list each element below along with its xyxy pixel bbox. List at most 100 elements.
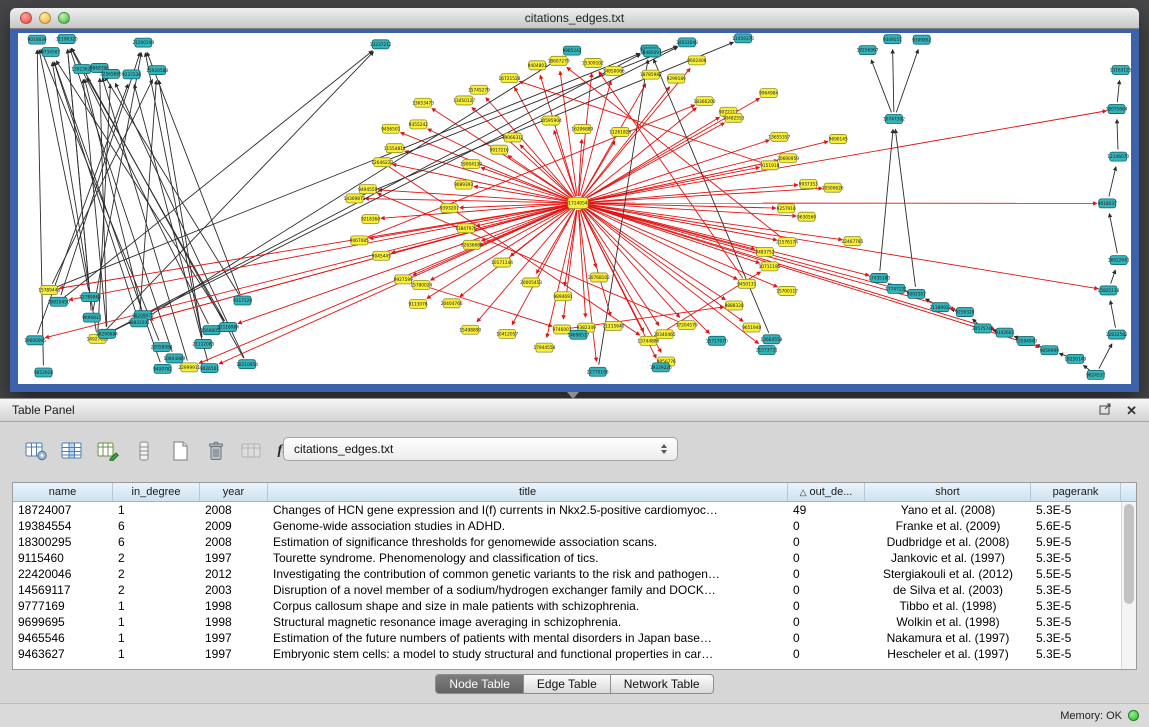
graph-node[interactable]: 9888328	[725, 301, 744, 310]
graph-node[interactable]: 9045445	[372, 251, 391, 260]
graph-node[interactable]: 9218360	[361, 215, 380, 224]
graph-node[interactable]: 13237212	[370, 40, 392, 49]
table-row[interactable]: 911546021997Tourette syndrome. Phenomeno…	[13, 550, 1121, 566]
scrollbar-thumb[interactable]	[1124, 504, 1134, 604]
graph-node[interactable]: 22999911	[178, 363, 200, 372]
graph-node[interactable]: 21189922	[929, 303, 951, 312]
table-row[interactable]: 946362711997Embryonic stem cells: a mode…	[13, 646, 1121, 662]
graph-node[interactable]: 9089393	[454, 180, 473, 189]
new-table-button[interactable]	[166, 438, 194, 464]
graph-node[interactable]: 22058984	[151, 343, 173, 352]
table-row[interactable]: 1456911722003Disruption of a novel membe…	[13, 582, 1121, 598]
graph-node[interactable]: 9393207	[440, 204, 459, 213]
graph-node[interactable]: 22770168	[587, 367, 609, 376]
graph-node[interactable]: 11554814	[384, 144, 406, 153]
graph-node[interactable]: 9052928	[34, 368, 53, 377]
graph-node[interactable]: 13655357	[768, 132, 790, 141]
tab-edge-table[interactable]: Edge Table	[524, 674, 611, 694]
graph-node[interactable]: 9404803	[528, 61, 547, 70]
table-row[interactable]: 977716911998Corpus callosum shape and si…	[13, 598, 1121, 614]
graph-node[interactable]: 22636686	[461, 240, 483, 249]
table-selector-dropdown[interactable]: citations_edges.txt	[283, 437, 678, 461]
graph-node[interactable]: 13653473	[412, 98, 434, 107]
graph-node[interactable]: 17204579	[676, 321, 698, 330]
float-panel-icon[interactable]	[1099, 403, 1112, 418]
graph-node[interactable]: 16721528	[499, 74, 521, 83]
graph-node[interactable]: 9010839	[27, 35, 46, 44]
graph-node[interactable]: 9824537	[1086, 370, 1105, 379]
row-selector-button[interactable]	[130, 438, 158, 464]
graph-node[interactable]: 12146070	[1107, 152, 1129, 161]
graph-node[interactable]: 9059999	[1040, 346, 1059, 355]
graph-node[interactable]: 18075664	[1106, 105, 1128, 114]
graph-node[interactable]: 9342603	[995, 328, 1014, 337]
graph-node[interactable]: 21573731	[756, 346, 778, 355]
graph-node[interactable]: 9067085	[350, 236, 369, 245]
graph-node[interactable]: 20690959	[777, 154, 799, 163]
graph-node[interactable]: 9299189	[667, 74, 686, 83]
graph-node[interactable]: 11459376	[732, 34, 754, 43]
graph-node[interactable]: 19066312	[502, 133, 524, 142]
graph-node[interactable]: 18250149	[1064, 354, 1086, 363]
graph-node[interactable]: 9257916	[777, 204, 796, 213]
graph-node[interactable]: 9355242	[409, 120, 428, 129]
graph-node[interactable]: 14633048	[676, 38, 698, 47]
column-header-title[interactable]: title	[268, 483, 788, 501]
graph-node[interactable]: 11190320	[56, 35, 78, 44]
graph-node[interactable]: 9690145	[829, 134, 848, 143]
graph-node[interactable]: 15498890	[459, 325, 481, 334]
graph-node[interactable]: 9317120	[233, 296, 252, 305]
delete-table-button[interactable]	[202, 438, 230, 464]
graph-node[interactable]: 10482553	[723, 113, 745, 122]
column-header-name[interactable]: name	[13, 483, 113, 501]
graph-node[interactable]: 14696517	[567, 330, 589, 339]
table-row[interactable]: 969969511998Structural magnetic resonanc…	[13, 614, 1121, 630]
graph-node[interactable]: 17747221	[885, 284, 907, 293]
graph-node[interactable]: 20768102	[588, 273, 610, 282]
column-header-pagerank[interactable]: pagerank	[1031, 483, 1121, 501]
graph-node[interactable]: 13664558	[761, 335, 783, 344]
graph-node[interactable]: 21576174	[776, 237, 798, 246]
table-row[interactable]: 2242004622012Investigating the contribut…	[13, 566, 1121, 582]
graph-node[interactable]: 18607279	[548, 56, 570, 65]
close-panel-icon[interactable]: ✕	[1126, 404, 1137, 417]
graph-hub-node[interactable]: 1724054	[568, 198, 588, 209]
graph-node[interactable]: 9450131	[737, 279, 756, 288]
graph-node[interactable]: 9602406	[687, 56, 706, 65]
tab-network-table[interactable]: Network Table	[611, 674, 714, 694]
graph-node[interactable]: 21200199	[132, 38, 154, 47]
graph-node[interactable]: 15309102	[582, 58, 604, 67]
table-row[interactable]: 1938455462009Genome-wide association stu…	[13, 518, 1121, 534]
graph-node[interactable]: 18290684	[96, 329, 118, 338]
graph-node[interactable]: 9927599	[394, 275, 413, 284]
close-window-button[interactable]	[20, 12, 32, 24]
graph-node[interactable]: 18831931	[128, 318, 150, 327]
graph-node[interactable]: 10171144	[491, 258, 513, 267]
graph-node[interactable]: 13744886	[637, 336, 659, 345]
graph-node[interactable]: 19004130	[460, 159, 482, 168]
graph-node[interactable]: 9499782	[153, 364, 172, 373]
graph-node[interactable]: 16206889	[571, 125, 593, 134]
graph-node[interactable]: 19600005	[24, 336, 46, 345]
graph-node[interactable]: 13847976	[455, 224, 477, 233]
graph-node[interactable]: 9151918	[760, 161, 779, 170]
graph-node[interactable]: 9456501	[381, 124, 400, 133]
graph-node[interactable]: 10747302	[883, 115, 905, 124]
graph-node[interactable]: 9092507	[907, 289, 926, 298]
graph-node[interactable]: 11261828	[609, 127, 631, 136]
graph-node[interactable]: 15745279	[468, 85, 490, 94]
graph-node[interactable]: 10804889	[163, 354, 185, 363]
graph-node[interactable]: 15700117	[776, 286, 798, 295]
graph-node[interactable]: 15717070	[706, 336, 728, 345]
column-header-year[interactable]: year	[200, 483, 268, 501]
graph-node[interactable]: 14369871	[344, 194, 366, 203]
graph-node[interactable]: 20575740	[972, 324, 994, 333]
column-header-short[interactable]: short	[865, 483, 1031, 501]
graph-node[interactable]: 10500626	[822, 183, 844, 192]
table-mode-button[interactable]	[22, 438, 50, 464]
minimize-window-button[interactable]	[39, 12, 51, 24]
graph-node[interactable]: 9349551	[883, 35, 902, 44]
graph-node[interactable]: 9985242	[562, 46, 581, 55]
network-canvas[interactable]: 1724054925791696305602157617494837521071…	[18, 33, 1131, 384]
graph-node[interactable]: 10412057	[496, 329, 518, 338]
